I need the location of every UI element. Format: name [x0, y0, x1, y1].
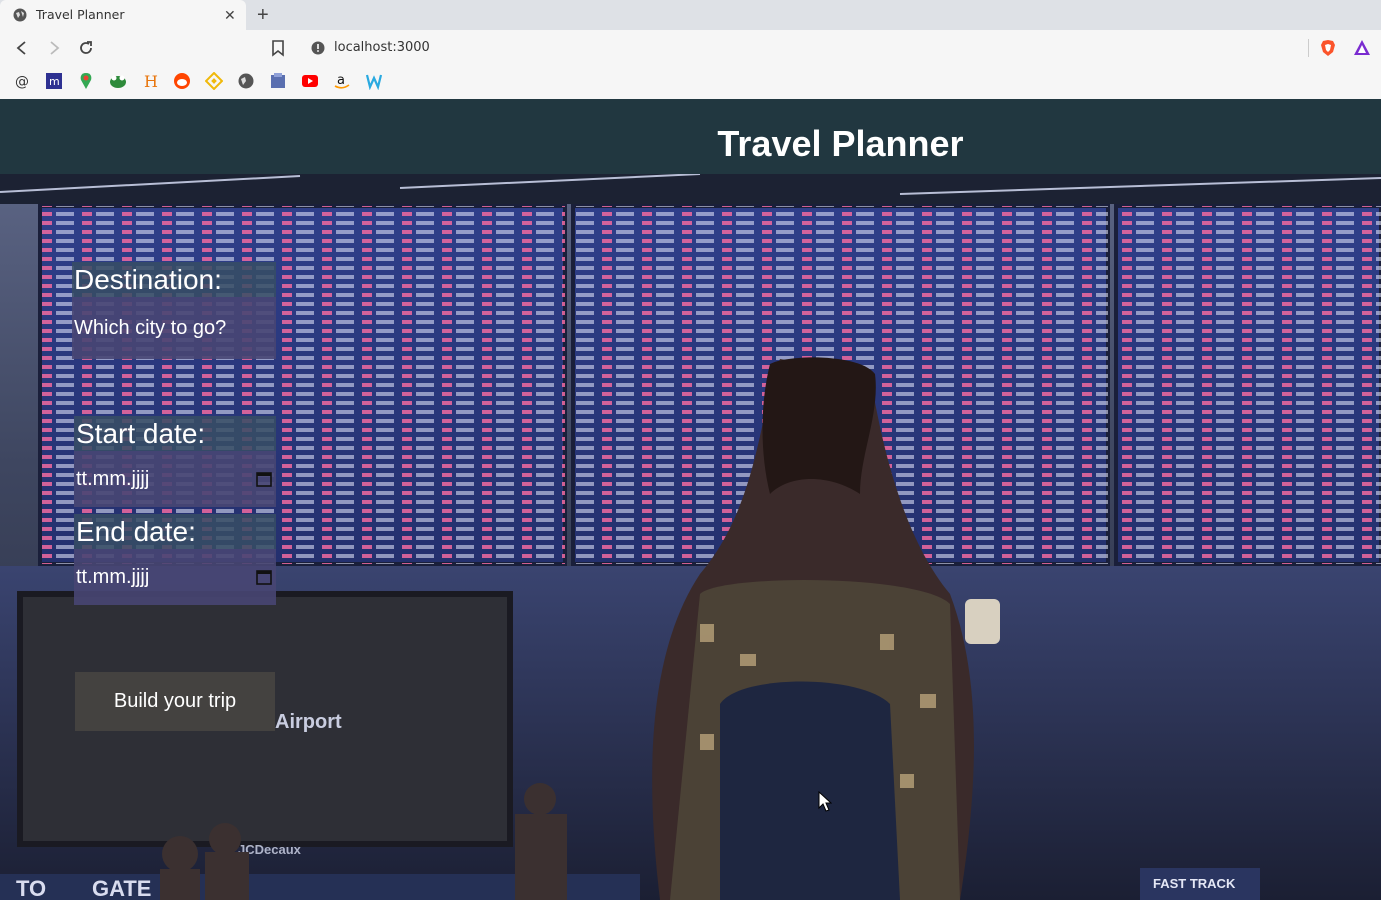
h-icon[interactable]: H: [141, 72, 159, 90]
address-bar[interactable]: localhost:3000: [300, 34, 1308, 62]
to-sign: TO: [16, 876, 46, 900]
globe-icon[interactable]: [237, 72, 255, 90]
binance-icon[interactable]: [205, 72, 223, 90]
destination-input[interactable]: Which city to go?: [72, 297, 276, 359]
rewards-icon[interactable]: [1353, 39, 1371, 56]
tab-strip: Travel Planner ✕ +: [0, 0, 1381, 30]
end-date-label: End date:: [74, 514, 276, 549]
calendar-icon[interactable]: [256, 471, 272, 487]
new-tab-button[interactable]: +: [257, 4, 269, 27]
close-icon[interactable]: ✕: [224, 7, 236, 24]
airport-sign: Airport: [275, 711, 342, 733]
m-icon[interactable]: m: [45, 72, 63, 90]
fast-track-sign: FAST TRACK: [1153, 876, 1236, 891]
end-date-value: tt.mm.jjjj: [76, 565, 150, 588]
at-icon[interactable]: @: [13, 72, 31, 90]
bookmarks-bar: @ m H a: [0, 65, 1381, 99]
destination-label: Destination:: [72, 262, 276, 297]
browser-tab[interactable]: Travel Planner ✕: [0, 0, 246, 30]
forward-icon[interactable]: [45, 39, 63, 57]
browser-toolbar: localhost:3000: [0, 30, 1381, 65]
globe-icon: [13, 8, 27, 22]
start-date-label: Start date:: [74, 416, 276, 451]
hero-background: Airport JCDecaux TO GATE FAST TRACK Dest…: [0, 174, 1381, 900]
reload-icon[interactable]: [77, 39, 95, 57]
end-date-input[interactable]: tt.mm.jjjj: [74, 549, 276, 605]
bookmark-icon[interactable]: [270, 39, 286, 57]
svg-text:a: a: [337, 73, 345, 88]
brave-shield-icon[interactable]: [1320, 39, 1336, 57]
info-icon[interactable]: [311, 41, 325, 55]
page: Travel Planner Airport JCDecaux TO GATE …: [0, 99, 1381, 900]
frog-icon[interactable]: [109, 72, 127, 90]
amazon-icon[interactable]: a: [333, 72, 351, 90]
calendar-icon[interactable]: [256, 569, 272, 585]
svg-text:@: @: [15, 74, 29, 90]
toolbar-separator: [1308, 39, 1309, 57]
youtube-icon[interactable]: [301, 72, 319, 90]
app-header: Travel Planner: [0, 99, 1381, 174]
start-date-value: tt.mm.jjjj: [76, 467, 150, 490]
w-icon[interactable]: [365, 72, 383, 90]
back-icon[interactable]: [13, 39, 31, 57]
gate-sign: GATE: [92, 876, 151, 900]
svg-text:H: H: [144, 72, 158, 90]
build-trip-button[interactable]: Build your trip: [75, 672, 275, 731]
maps-icon[interactable]: [77, 72, 95, 90]
url-text: localhost:3000: [334, 40, 430, 55]
reddit-icon[interactable]: [173, 72, 191, 90]
file-icon[interactable]: [269, 72, 287, 90]
start-date-input[interactable]: tt.mm.jjjj: [74, 451, 276, 507]
page-title: Travel Planner: [717, 123, 964, 164]
mouse-cursor-icon: [818, 791, 832, 812]
svg-text:m: m: [49, 75, 60, 88]
tab-title: Travel Planner: [36, 7, 125, 22]
